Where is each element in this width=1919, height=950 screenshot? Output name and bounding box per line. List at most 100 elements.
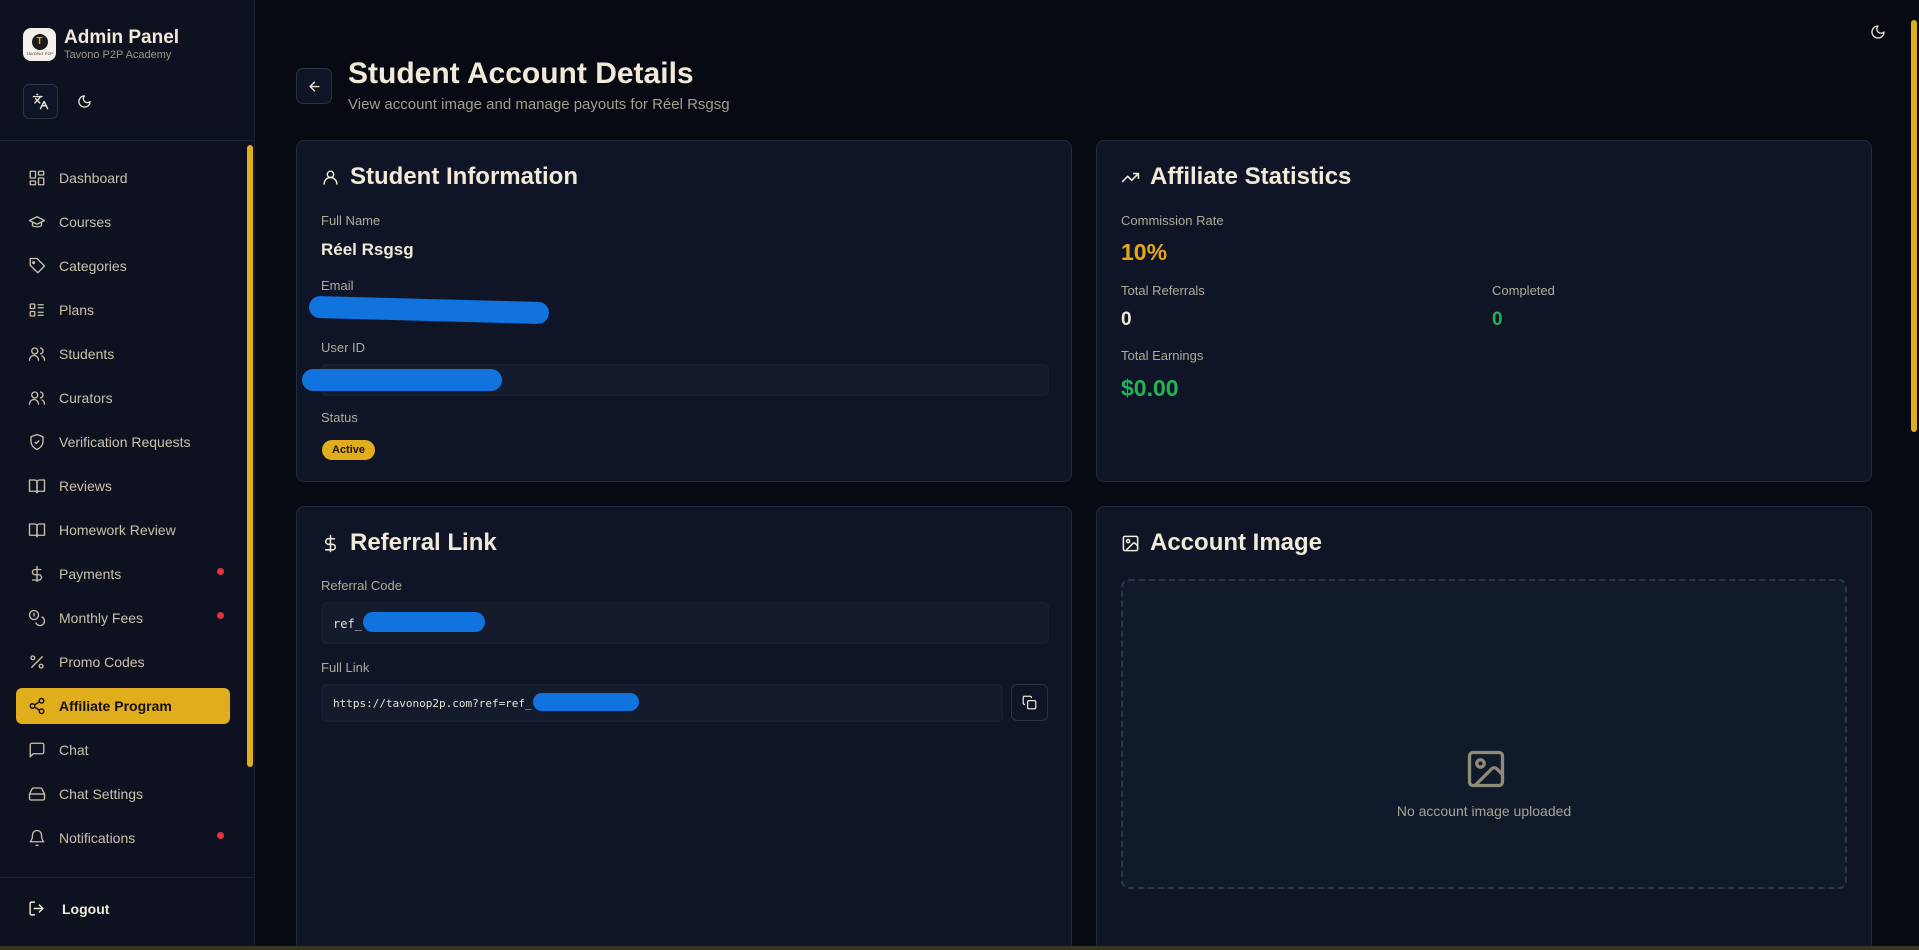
referral-code-value: ref_: [333, 617, 362, 631]
moon-icon: [1871, 25, 1885, 39]
sidebar-item-label: Promo Codes: [59, 654, 145, 670]
commission-rate-value: 10%: [1121, 239, 1168, 265]
sidebar-item-label: Chat Settings: [59, 786, 144, 802]
referral-link-card: Referral Link Referral Code ref_ Full Li…: [296, 506, 1072, 950]
sidebar-item-notifications[interactable]: Notifications: [16, 820, 230, 856]
sidebar-item-promo-codes[interactable]: Promo Codes: [16, 644, 230, 680]
sidebar-item-dashboard[interactable]: Dashboard: [16, 160, 230, 196]
total-earnings-value: $0.00: [1121, 375, 1179, 401]
sidebar-item-students[interactable]: Students: [16, 336, 230, 372]
brand-logo: T TAVONO P2P: [23, 28, 56, 61]
back-button[interactable]: [296, 68, 332, 104]
copy-link-button[interactable]: [1011, 684, 1048, 721]
affiliate-statistics-card: Affiliate Statistics Commission Rate 10%…: [1096, 140, 1872, 482]
completed-label: Completed: [1492, 283, 1555, 298]
graduation-cap-icon: [28, 216, 46, 228]
bottom-edge: [0, 946, 1919, 950]
commission-rate-label: Commission Rate: [1121, 213, 1224, 228]
tag-icon: [29, 257, 46, 274]
sidebar-item-label: Dashboard: [59, 170, 128, 186]
card-title-text: Affiliate Statistics: [1150, 163, 1352, 190]
email-redaction: [308, 295, 550, 325]
sidebar-item-chat-settings[interactable]: Chat Settings: [16, 776, 230, 812]
settings-drive-icon: [28, 787, 46, 801]
share-icon: [29, 697, 45, 715]
page-title: Student Account Details: [348, 57, 694, 90]
sidebar-scrollbar[interactable]: [247, 145, 253, 767]
sidebar-item-payments[interactable]: Payments: [16, 556, 230, 592]
logo-caption: TAVONO P2P: [26, 50, 53, 56]
moon-icon: [78, 95, 91, 108]
image-icon: [1122, 535, 1139, 551]
full-link-redaction: [533, 693, 639, 711]
copy-icon: [1022, 695, 1037, 710]
percent-icon: [30, 655, 44, 669]
sidebar-item-chat[interactable]: Chat: [16, 732, 230, 768]
sidebar-item-reviews[interactable]: Reviews: [16, 468, 230, 504]
brand[interactable]: T TAVONO P2P Admin Panel Tavono P2P Acad…: [23, 27, 179, 62]
card-title-text: Account Image: [1150, 529, 1323, 556]
sidebar-item-monthly-fees[interactable]: Monthly Fees: [16, 600, 230, 636]
sidebar-item-label: Affiliate Program: [59, 698, 172, 714]
sidebar-item-label: Curators: [59, 390, 113, 406]
user-id-redaction: [302, 369, 502, 391]
sidebar-item-homework-review[interactable]: Homework Review: [16, 512, 230, 548]
brand-title: Admin Panel: [64, 27, 180, 48]
sidebar-item-label: Courses: [59, 214, 112, 230]
account-image-dropzone: No account image uploaded: [1121, 579, 1847, 889]
student-information-card: Student Information Full Name Réel Rsgsg…: [296, 140, 1072, 482]
card-title: Affiliate Statistics: [1121, 163, 1351, 191]
brand-subtitle: Tavono P2P Academy: [64, 49, 172, 61]
full-name-label: Full Name: [321, 213, 381, 228]
shield-check-icon: [30, 433, 44, 451]
sidebar-divider: [0, 140, 254, 141]
card-title: Account Image: [1121, 529, 1322, 557]
translate-icon: [32, 93, 49, 110]
book-open-icon: [28, 479, 46, 494]
dollar-icon: [31, 565, 43, 583]
theme-toggle-button[interactable]: [1870, 24, 1890, 44]
card-title: Referral Link: [321, 529, 497, 557]
referral-code-label: Referral Code: [321, 578, 402, 593]
notification-dot: [217, 832, 224, 839]
dashboard-icon: [29, 170, 45, 186]
sidebar-item-label: Chat: [59, 742, 89, 758]
book-open-icon: [28, 523, 46, 538]
card-title: Student Information: [321, 163, 578, 191]
status-label: Status: [321, 410, 358, 425]
full-link-field[interactable]: https://tavonop2p.com?ref=ref_: [321, 684, 1003, 722]
sidebar-item-affiliate-program[interactable]: Affiliate Program: [16, 688, 230, 724]
theme-toggle-button[interactable]: [67, 84, 102, 119]
sidebar-nav: Dashboard Courses Categories Plans Stude…: [16, 160, 230, 864]
sidebar-item-label: Plans: [59, 302, 95, 318]
card-title-text: Student Information: [350, 163, 578, 190]
sidebar-item-curators[interactable]: Curators: [16, 380, 230, 416]
notification-dot: [217, 612, 224, 619]
email-label: Email: [321, 278, 354, 293]
sidebar-item-verification-requests[interactable]: Verification Requests: [16, 424, 230, 460]
sidebar-item-label: Homework Review: [59, 522, 176, 538]
logo-mark: T: [31, 33, 48, 50]
sidebar-item-categories[interactable]: Categories: [16, 248, 230, 284]
full-name-value: Réel Rsgsg: [321, 240, 414, 259]
user-icon: [323, 169, 338, 185]
sidebar-item-label: Notifications: [59, 830, 136, 846]
no-image-text: No account image uploaded: [1396, 803, 1572, 819]
sidebar: T TAVONO P2P Admin Panel Tavono P2P Acad…: [0, 0, 255, 946]
language-toggle-button[interactable]: [23, 84, 58, 119]
main-scrollbar[interactable]: [1911, 20, 1917, 432]
coins-icon: [28, 609, 46, 627]
sidebar-item-plans[interactable]: Plans: [16, 292, 230, 328]
page-subtitle: View account image and manage payouts fo…: [348, 96, 730, 113]
logout-button[interactable]: Logout: [28, 900, 109, 917]
user-id-label: User ID: [321, 340, 366, 355]
account-image-card: Account Image No account image uploaded: [1096, 506, 1872, 950]
sidebar-item-label: Reviews: [59, 478, 112, 494]
message-square-icon: [29, 742, 45, 758]
trending-up-icon: [1121, 172, 1140, 182]
sidebar-item-courses[interactable]: Courses: [16, 204, 230, 240]
referral-code-redaction: [363, 612, 485, 632]
sidebar-item-label: Students: [59, 346, 115, 362]
notification-dot: [217, 568, 224, 575]
logout-icon: [29, 901, 44, 916]
